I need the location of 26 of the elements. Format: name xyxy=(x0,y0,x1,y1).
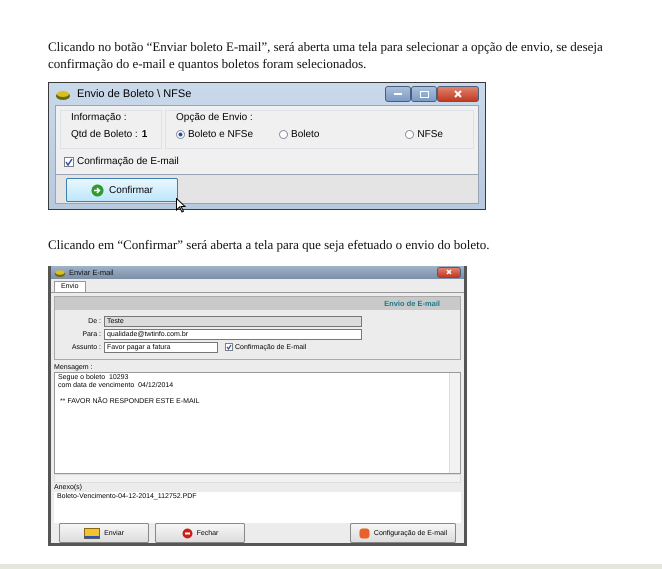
close-button[interactable] xyxy=(437,266,461,278)
quantity-value: 1 xyxy=(142,129,148,140)
intro-paragraph: Clicando no botão “Enviar boleto E-mail”, será aberta uma tela para selecionar a opção de envio, se deseja confirmação do e-mail e quantos boletos foram selecionados. xyxy=(47,38,604,72)
maximize-icon xyxy=(420,90,428,98)
vertical-scrollbar[interactable] xyxy=(449,372,460,473)
radio-option[interactable]: Boleto e NFSe xyxy=(176,129,254,140)
email-confirmation-checkbox[interactable]: Confirmação de E-mail xyxy=(56,149,187,174)
group-label: Opção de Envio : xyxy=(176,112,254,123)
mouse-cursor-icon xyxy=(176,198,186,213)
minimize-icon xyxy=(394,92,402,96)
quantity-label: Qtd de Boleto : xyxy=(71,129,138,140)
app-icon xyxy=(55,88,71,100)
minimize-button[interactable] xyxy=(385,86,411,102)
radio-option[interactable]: NFSe xyxy=(405,129,443,140)
checkmark-icon xyxy=(65,158,73,166)
app-icon xyxy=(54,268,66,277)
radio-option[interactable]: Boleto xyxy=(279,129,320,140)
confirm-button[interactable]: Confirmar xyxy=(66,178,178,202)
group-label: Informação : xyxy=(71,112,128,123)
checkmark-icon xyxy=(226,344,232,350)
maximize-button[interactable] xyxy=(411,86,437,102)
window-title: Envio de Boleto \ NFSe xyxy=(77,88,192,100)
envelope-icon xyxy=(84,528,100,538)
confirm-paragraph: Clicando em “Confirmar” será aberta a tela para que seja efetuado o envio do boleto. xyxy=(47,236,490,253)
settings-icon xyxy=(358,528,370,538)
close-button[interactable] xyxy=(437,86,479,102)
